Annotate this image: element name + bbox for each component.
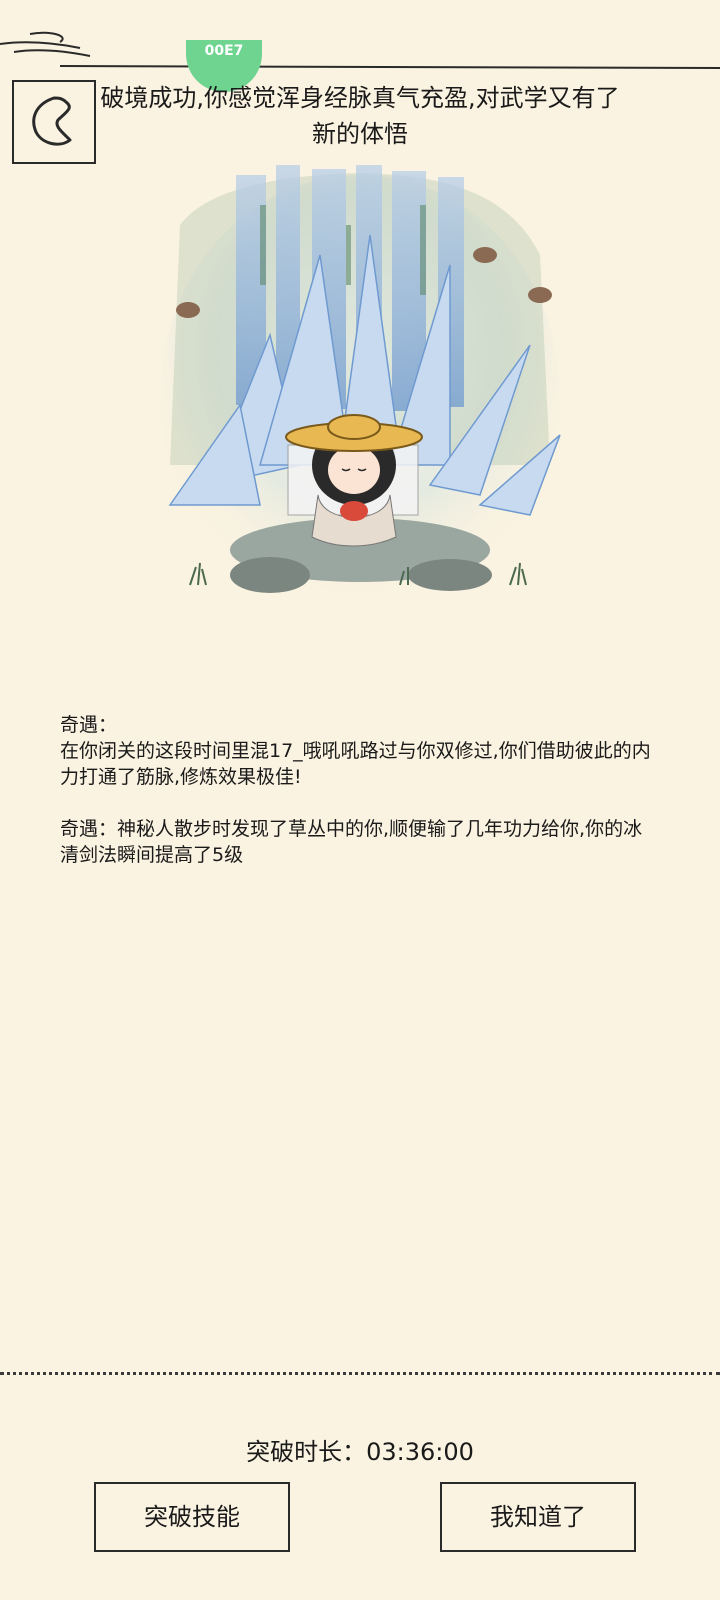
acknowledge-button[interactable]: 我知道了 [440,1482,636,1552]
meditation-illustration [160,165,561,615]
encounter-text: 神秘人散步时发现了草丛中的你,顺便输了几年功力给你,你的冰清剑法瞬间提高了5级 [60,818,643,866]
back-arrow-icon [32,96,72,146]
page-title: 破境成功,你感觉浑身经脉真气充盈,对武学又有了新的体悟 [100,84,620,148]
encounter-entry: 奇遇：神秘人散步时发现了草丛中的你,顺便输了几年功力给你,你的冰清剑法瞬间提高了… [60,816,660,868]
encounter-entry: 奇遇： 在你闭关的这段时间里混17_哦吼吼路过与你双修过,你们借助彼此的内力打通… [60,712,660,790]
status-badge-text: 00E7 [204,43,244,59]
encounter-title: 奇遇： [60,818,118,840]
encounter-text: 在你闭关的这段时间里混17_哦吼吼路过与你双修过,你们借助彼此的内力打通了筋脉,… [60,740,651,788]
encounter-log: 奇遇： 在你闭关的这段时间里混17_哦吼吼路过与你双修过,你们借助彼此的内力打通… [60,712,660,894]
encounter-title: 奇遇： [60,714,118,736]
breakthrough-skill-button[interactable]: 突破技能 [94,1482,290,1552]
breakthrough-duration: 突破时长：03:36:00 [0,1432,720,1467]
back-button[interactable] [12,80,96,164]
duration-value: 03:36:00 [366,1438,474,1466]
divider [0,1372,720,1375]
duration-label: 突破时长： [246,1438,367,1466]
